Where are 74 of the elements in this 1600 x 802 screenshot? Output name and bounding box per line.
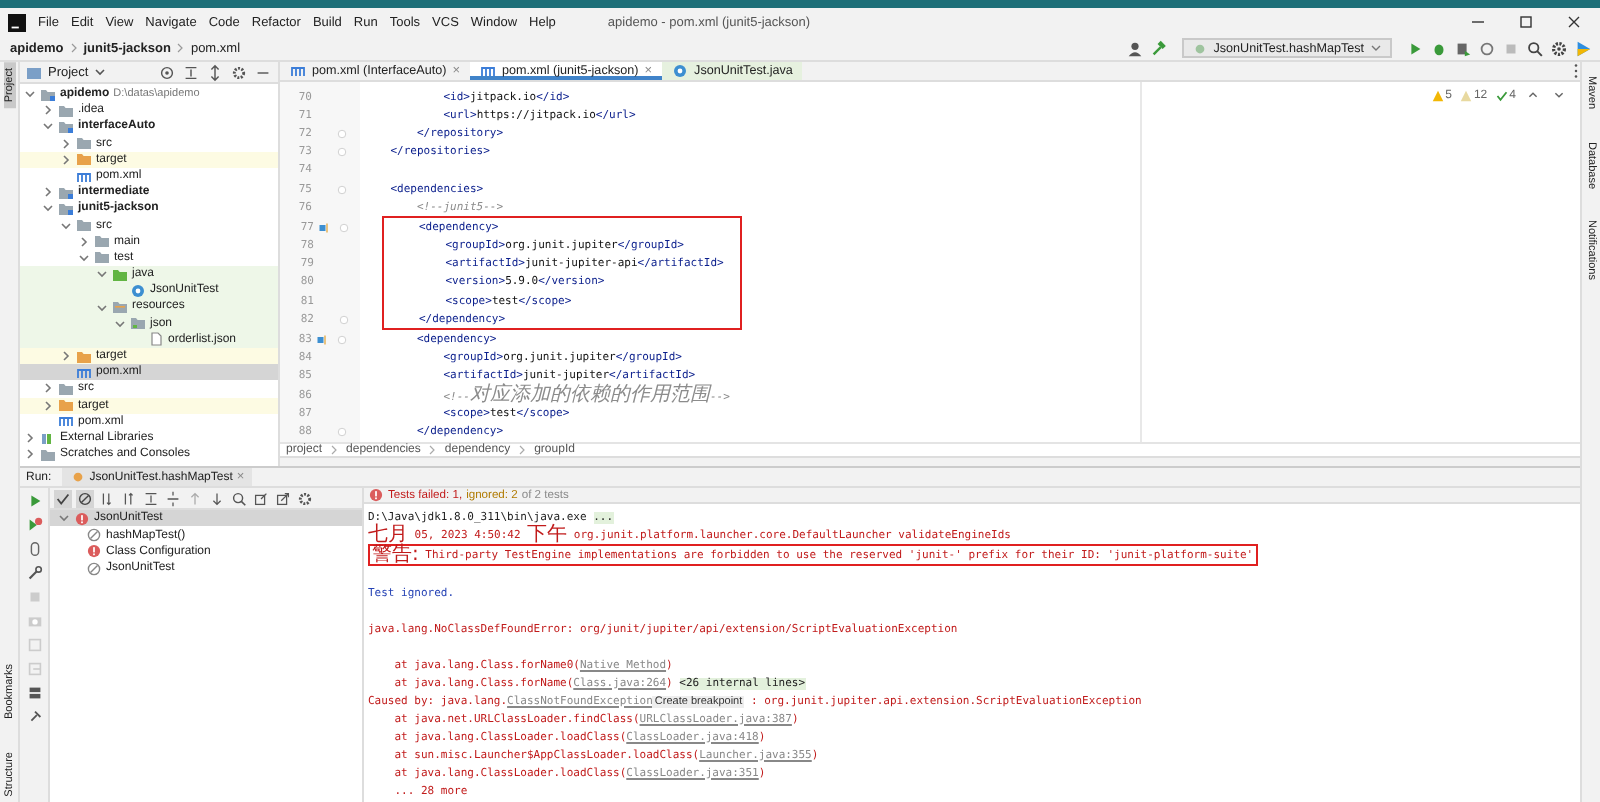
fold-marker-icon[interactable]: [336, 183, 348, 196]
run-icon[interactable]: [25, 492, 43, 510]
maven-file-icon: [480, 64, 496, 78]
maven-file-icon: [58, 414, 74, 429]
chevron-right-icon: [69, 42, 78, 54]
settings-icon[interactable]: [296, 489, 314, 507]
ignored-icon: [86, 561, 102, 576]
test-icon: [1191, 41, 1208, 55]
pin-icon[interactable]: [25, 708, 43, 726]
folder-icon: [40, 447, 56, 462]
check-icon: [1495, 89, 1508, 101]
chevron-right-icon: [518, 443, 527, 456]
warning-icon: [1459, 89, 1472, 101]
rerun-failed-icon[interactable]: [25, 516, 43, 534]
fold-marker-icon[interactable]: [336, 425, 348, 438]
check-icon[interactable]: [54, 489, 72, 507]
error-icon: [74, 511, 90, 526]
settings-icon[interactable]: [1550, 39, 1568, 57]
maven-file-icon: [76, 169, 92, 184]
sort-icon[interactable]: [98, 489, 116, 507]
test-icon: [69, 470, 86, 484]
chevron-down-icon: [1370, 42, 1382, 54]
search-icon[interactable]: [1526, 39, 1544, 57]
user-icon[interactable]: [1125, 39, 1144, 57]
chevron-right-icon: [176, 42, 185, 54]
fold-marker-icon[interactable]: [336, 127, 348, 140]
collapse-all-icon[interactable]: [164, 489, 182, 507]
error-icon: [86, 544, 102, 559]
arrow-down-icon[interactable]: [208, 489, 226, 507]
maven-file-icon: [76, 365, 92, 380]
coverage-icon[interactable]: [1454, 39, 1472, 57]
gutter-marker-icon[interactable]: [318, 221, 330, 234]
collapse-all-icon[interactable]: [182, 63, 200, 81]
ignored-icon: [86, 528, 102, 543]
expand-all-icon[interactable]: [206, 63, 224, 81]
library-icon: [40, 431, 56, 446]
plugin-icon[interactable]: [1574, 39, 1592, 57]
folder-icon: [26, 65, 42, 79]
export-icon[interactable]: [274, 489, 292, 507]
chevron-right-icon: [330, 443, 339, 456]
maven-file-icon: [290, 64, 306, 78]
debug-icon[interactable]: [1430, 39, 1448, 57]
layout-icon[interactable]: [25, 684, 43, 702]
search-icon[interactable]: [230, 489, 248, 507]
class-icon: [130, 283, 146, 298]
fold-marker-icon[interactable]: [336, 146, 348, 159]
chevron-right-icon[interactable]: [60, 350, 72, 363]
chevron-right-icon[interactable]: [78, 235, 90, 248]
chevron-right-icon: [428, 443, 437, 456]
hammer-icon[interactable]: [1149, 39, 1168, 57]
sort-icon[interactable]: [120, 489, 138, 507]
import-icon[interactable]: [252, 489, 270, 507]
expand-all-icon[interactable]: [142, 489, 160, 507]
chevron-right-icon[interactable]: [42, 186, 54, 199]
target-icon[interactable]: [158, 63, 176, 81]
fold-marker-icon[interactable]: [338, 221, 350, 234]
app-logo-icon: [8, 13, 26, 31]
gutter-marker-icon[interactable]: [316, 334, 328, 347]
maximize-icon[interactable]: [1516, 12, 1536, 32]
chevron-down-icon[interactable]: [42, 120, 54, 133]
chevron-down-icon[interactable]: [24, 88, 36, 101]
profiler-icon[interactable]: [1478, 39, 1496, 57]
warning-icon: [1431, 89, 1444, 101]
fold-marker-icon[interactable]: [336, 334, 348, 347]
close-icon[interactable]: [1564, 12, 1584, 32]
more-icon[interactable]: [1572, 62, 1580, 80]
class-icon: [672, 64, 689, 78]
chevron-right-icon[interactable]: [42, 104, 54, 117]
ignored-icon[interactable]: [76, 489, 94, 507]
chevron-down-icon[interactable]: [58, 512, 70, 525]
settings-icon[interactable]: [230, 63, 248, 81]
wrench-icon[interactable]: [25, 564, 43, 582]
fold-marker-icon[interactable]: [338, 313, 350, 326]
chevron-down-icon[interactable]: [94, 66, 107, 78]
